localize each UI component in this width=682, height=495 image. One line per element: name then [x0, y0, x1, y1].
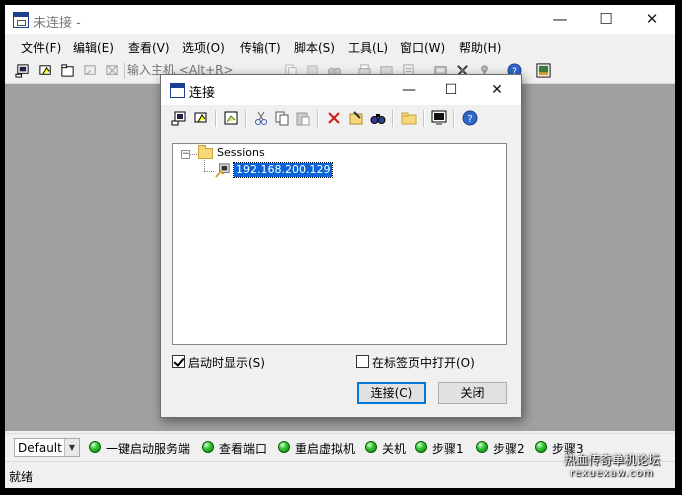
menu-tools[interactable]: 工具(L) — [348, 39, 388, 56]
connect-in-tab-icon[interactable] — [60, 63, 75, 78]
menu-view[interactable]: 查看(V) — [128, 39, 170, 56]
delete-icon[interactable] — [326, 110, 342, 126]
toolbar-separator — [215, 110, 217, 127]
watermark-line-1: 热血传奇单机论坛 — [563, 453, 660, 467]
chevron-down-icon[interactable]: ▼ — [64, 439, 79, 456]
dialog-maximize-button[interactable]: ☐ — [431, 75, 471, 105]
connect-icon[interactable] — [171, 110, 187, 126]
close-button[interactable]: ✕ — [629, 5, 675, 34]
toolbar-separator — [423, 110, 425, 127]
properties-icon[interactable] — [348, 110, 364, 126]
svg-text:?: ? — [467, 114, 472, 125]
command-label: 一键启动服务端 — [106, 442, 191, 456]
find-icon[interactable] — [370, 110, 386, 126]
tree-connector — [190, 154, 197, 155]
menu-edit[interactable]: 编辑(E) — [73, 39, 114, 56]
open-in-tab-label: 在标签页中打开(O) — [372, 356, 475, 370]
tree-root-sessions[interactable]: Sessions — [217, 146, 265, 159]
checkbox-unchecked-icon[interactable] — [356, 355, 369, 368]
tree-item-session[interactable]: 192.168.200.129 — [232, 162, 334, 178]
cut-icon[interactable] — [253, 110, 269, 126]
tree-collapse-icon[interactable]: − — [181, 150, 190, 159]
button-bar-select[interactable]: Default ▼ — [14, 438, 80, 457]
command-label: 查看端口 — [219, 442, 268, 456]
status-led-icon — [365, 441, 377, 453]
toolbar-separator — [245, 110, 247, 127]
minimize-button[interactable]: — — [537, 5, 583, 34]
disconnect-icon[interactable] — [105, 63, 120, 78]
status-led-icon — [278, 441, 290, 453]
quick-connect-icon[interactable] — [193, 110, 209, 126]
menu-file[interactable]: 文件(F) — [21, 39, 61, 56]
command-label: 步骤2 — [493, 442, 525, 456]
new-folder-icon[interactable] — [401, 110, 417, 126]
copy-icon[interactable] — [274, 110, 290, 126]
menu-script[interactable]: 脚本(S) — [294, 39, 335, 56]
paste-icon[interactable] — [295, 110, 311, 126]
command-label: 关机 — [382, 442, 407, 456]
maximize-button[interactable]: ☐ — [583, 5, 629, 34]
session-icon — [215, 163, 230, 178]
dialog-minimize-button[interactable]: — — [389, 75, 429, 105]
status-led-icon — [202, 441, 214, 453]
window-title: 未连接 - — [33, 16, 81, 31]
status-led-icon — [415, 441, 427, 453]
menu-window[interactable]: 窗口(W) — [400, 39, 445, 56]
menu-options[interactable]: 选项(O) — [182, 39, 225, 56]
dialog-title-bar: 连接 — ☐ ✕ — [161, 75, 521, 105]
watermark: 热血传奇单机论坛 rexuexaw.com — [556, 454, 668, 480]
toolbar-separator — [124, 63, 125, 79]
status-led-icon — [535, 441, 547, 453]
status-text: 就绪 — [9, 470, 34, 484]
session-tree[interactable]: − Sessions 192.168.200.129 — [172, 143, 507, 345]
status-led-icon — [89, 441, 101, 453]
help-icon[interactable]: ? — [462, 110, 478, 126]
new-session-icon[interactable] — [223, 110, 239, 126]
quick-connect-icon[interactable] — [38, 63, 53, 78]
create-shortcut-icon[interactable] — [431, 110, 447, 126]
toolbar-separator — [453, 110, 455, 127]
menu-transfer[interactable]: 传输(T) — [240, 39, 281, 56]
toolbar-separator — [317, 110, 319, 127]
watermark-line-2: rexuexaw.com — [570, 468, 654, 479]
title-bar: 未连接 - — ☐ ✕ — [5, 5, 675, 34]
menu-help[interactable]: 帮助(H) — [459, 39, 501, 56]
app-icon — [13, 12, 29, 28]
command-label: 步骤1 — [432, 442, 464, 456]
connect-dialog: 连接 — ☐ ✕ ? − Sessions 192.168.200.129 启动… — [160, 74, 522, 418]
connect-icon[interactable] — [15, 63, 30, 78]
toolbar-separator — [392, 110, 394, 127]
command-label: 重启虚拟机 — [295, 442, 356, 456]
show-on-startup-label: 启动时显示(S) — [188, 356, 265, 370]
checkbox-checked-icon[interactable] — [172, 355, 185, 368]
dialog-title: 连接 — [189, 86, 216, 101]
dialog-app-icon — [170, 83, 185, 98]
screen-icon[interactable] — [536, 63, 551, 78]
status-led-icon — [476, 441, 488, 453]
dialog-close-button[interactable]: ✕ — [477, 75, 517, 105]
dialog-toolbar: ? — [161, 105, 521, 131]
tree-connector — [204, 160, 205, 171]
close-dialog-button[interactable]: 关闭 — [438, 382, 507, 404]
tree-connector — [204, 171, 214, 172]
connect-button[interactable]: 连接(C) — [357, 382, 426, 404]
folder-icon — [198, 145, 213, 159]
menu-bar: 文件(F) 编辑(E) 查看(V) 选项(O) 传输(T) 脚本(S) 工具(L… — [5, 34, 675, 58]
reconnect-icon[interactable] — [83, 63, 98, 78]
button-bar-select-value: Default — [18, 441, 62, 455]
